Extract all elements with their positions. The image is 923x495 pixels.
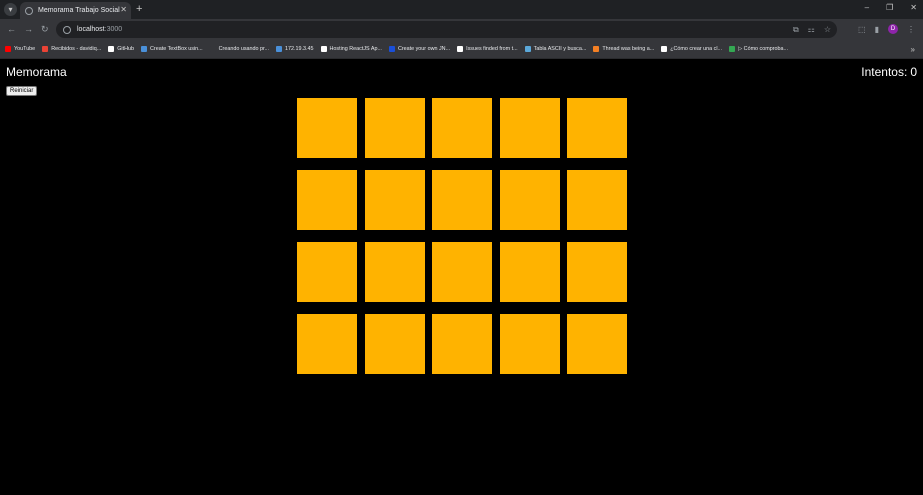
toolbar-right: ⬚ ▮ D ⋮ — [858, 24, 915, 34]
memory-card[interactable] — [364, 98, 425, 158]
browser-toolbar: ← → ↻ localhost :3000 ⧉ ⚏ ☆ ⬚ ▮ D ⋮ — [0, 19, 923, 40]
tab-favicon-icon — [25, 6, 33, 15]
bookmark-item[interactable]: Tabla ASCII y busca... — [524, 46, 587, 52]
memory-card[interactable] — [567, 98, 627, 158]
gmail-icon — [42, 46, 49, 52]
bookmark-label: Create your own JN... — [397, 46, 451, 52]
memory-card[interactable] — [499, 98, 560, 158]
m-icon — [524, 46, 531, 52]
memory-card[interactable] — [432, 242, 492, 302]
memory-card[interactable] — [297, 170, 357, 230]
bookmark-label: GitHub — [117, 46, 135, 52]
bookmark-label: ¿Cómo crear una cl... — [670, 46, 723, 52]
bookmark-label: Recibidos - davidiq... — [51, 46, 102, 52]
url-port: :3000 — [104, 26, 123, 33]
reset-button[interactable]: Reiniciar — [6, 86, 38, 96]
memory-card[interactable] — [364, 170, 425, 230]
memory-card[interactable] — [297, 314, 357, 374]
memory-card[interactable] — [364, 242, 425, 302]
blank-icon — [209, 46, 216, 52]
bookmark-item[interactable]: Recibidos - davidiq... — [42, 46, 101, 52]
minimize-icon[interactable]: – — [865, 3, 869, 12]
bookmarks-bar: YouTube Recibidos - davidiq... GitHub Creat… — [0, 40, 923, 59]
tab-title: Memorama Trabajo Social — [38, 7, 120, 14]
bookmark-star-icon[interactable]: ☆ — [824, 25, 831, 35]
drive-icon — [729, 46, 736, 52]
tt-icon — [141, 46, 148, 52]
side-panel-icon[interactable]: ▮ — [875, 25, 879, 34]
bookmark-label: Thread was being a... — [602, 46, 655, 52]
bookmark-label: ▷ Cómo comproba... — [738, 46, 789, 52]
browser-tab-active[interactable]: Memorama Trabajo Social ✕ — [20, 2, 131, 19]
memory-card[interactable] — [364, 314, 425, 374]
close-window-icon[interactable]: ✕ — [910, 3, 917, 12]
memory-card[interactable] — [567, 170, 627, 230]
page-title: Memorama — [6, 65, 67, 79]
bookmark-item[interactable]: YouTube — [5, 46, 35, 52]
bookmark-item[interactable]: Creando usando pr... — [209, 46, 270, 52]
memory-card[interactable] — [432, 98, 492, 158]
memory-card[interactable] — [499, 170, 560, 230]
address-bar-actions: ⧉ ⚏ ☆ — [793, 25, 831, 35]
bookmark-item[interactable]: ¿Cómo crear una cl... — [661, 46, 722, 52]
bookmark-label: Create TextBox usin... — [150, 46, 203, 52]
bookmark-item[interactable]: 172.19.3.45 — [276, 46, 314, 52]
bookmark-item[interactable]: GitHub — [108, 46, 134, 52]
page-content: Memorama Intentos: 0 Reiniciar — [0, 59, 923, 495]
bookmark-item[interactable]: Create TextBox usin... — [141, 46, 203, 52]
profile-avatar[interactable]: D — [888, 24, 898, 34]
close-tab-icon[interactable]: ✕ — [120, 5, 127, 14]
back-arrow-icon[interactable]: ← — [7, 24, 16, 34]
card-grid — [297, 98, 627, 374]
reload-icon[interactable]: ↻ — [41, 24, 49, 35]
window-controls: – ❐ ✕ — [865, 3, 917, 12]
install-app-icon[interactable]: ⧉ — [793, 25, 799, 35]
github-icon — [108, 46, 115, 52]
browser-tab-strip: ▾ Memorama Trabajo Social ✕ + – ❐ ✕ — [0, 0, 923, 19]
translate-icon[interactable]: ⚏ — [808, 25, 815, 35]
attempts-label: Intentos: — [861, 65, 908, 79]
memory-card[interactable] — [567, 314, 627, 374]
tab-search-icon[interactable]: ▾ — [4, 3, 17, 16]
bookmark-item[interactable]: ▷ Cómo comproba... — [729, 46, 788, 52]
restore-icon[interactable]: ❐ — [886, 3, 893, 12]
youtube-icon — [5, 46, 11, 52]
bookmark-label: Issues finded from t... — [466, 46, 518, 52]
new-tab-icon[interactable]: + — [136, 3, 142, 15]
extensions-icon[interactable]: ⬚ — [858, 25, 866, 34]
link-icon — [320, 46, 327, 52]
bookmark-item[interactable]: Create your own JN... — [388, 46, 451, 52]
bookmark-label: Tabla ASCII y busca... — [533, 46, 587, 52]
site-info-icon[interactable] — [63, 25, 71, 34]
bars-icon — [661, 46, 668, 52]
memory-card[interactable] — [432, 314, 492, 374]
menu-kebab-icon[interactable]: ⋮ — [907, 25, 915, 34]
issue-icon — [457, 46, 464, 52]
bookmark-item[interactable]: Hosting ReactJS Ap... — [320, 46, 382, 52]
b-icon — [388, 46, 395, 52]
bookmark-label: 172.19.3.45 — [285, 46, 314, 52]
memory-card[interactable] — [499, 314, 560, 374]
bookmark-label: YouTube — [14, 46, 36, 52]
bookmark-item[interactable]: Issues finded from t... — [457, 46, 518, 52]
more-bookmarks-icon[interactable]: » — [911, 45, 915, 54]
memory-card[interactable] — [432, 170, 492, 230]
bookmark-label: Creando usando pr... — [218, 46, 270, 52]
bookmark-item[interactable]: Thread was being a... — [593, 46, 654, 52]
attempts-value: 0 — [910, 65, 917, 79]
memory-card[interactable] — [567, 242, 627, 302]
memory-card[interactable] — [297, 242, 357, 302]
forward-arrow-icon[interactable]: → — [24, 24, 33, 34]
globe-icon — [276, 46, 283, 52]
address-bar[interactable]: localhost :3000 — [56, 21, 837, 38]
so-icon — [593, 46, 600, 52]
url-host: localhost — [77, 26, 105, 33]
memory-card[interactable] — [297, 98, 357, 158]
bookmark-label: Hosting ReactJS Ap... — [329, 46, 382, 52]
memory-card[interactable] — [499, 242, 560, 302]
attempts-counter: Intentos: 0 — [858, 65, 917, 79]
